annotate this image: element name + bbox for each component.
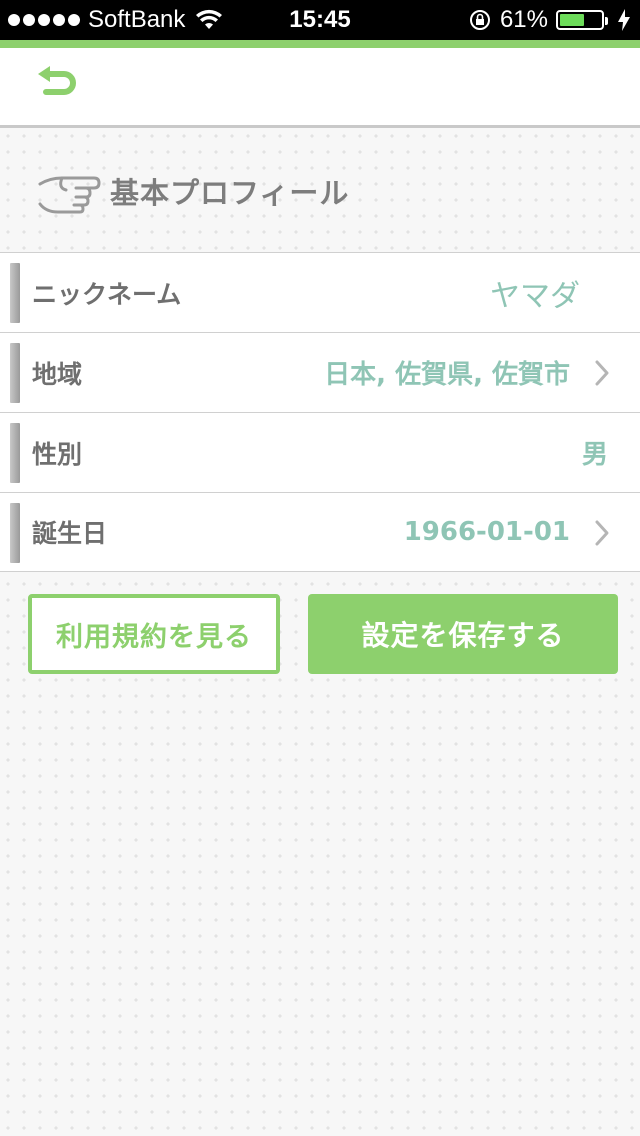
birthday-value: 1966-01-01 [403, 517, 570, 547]
nickname-row[interactable]: ニックネーム ヤマダ [0, 252, 640, 332]
gender-label: 性別 [32, 439, 83, 469]
birthday-label: 誕生日 [32, 519, 108, 548]
battery-percent: 61% [499, 6, 548, 33]
section-title: 基本プロフィール [110, 176, 350, 210]
nickname-value[interactable]: ヤマダ [490, 271, 580, 315]
section-header: 基本プロフィール [0, 130, 640, 252]
profile-list: ニックネーム ヤマダ 地域 日本, 佐賀県, 佐賀市 性別 男 誕生日 1966… [0, 252, 640, 572]
battery-fill [560, 14, 585, 26]
gender-row: 性別 男 [0, 412, 640, 492]
save-settings-button[interactable]: 設定を保存する [308, 594, 618, 674]
birthday-row[interactable]: 誕生日 1966-01-01 [0, 492, 640, 572]
view-terms-button[interactable]: 利用規約を見る [28, 594, 280, 674]
nickname-label: ニックネーム [32, 279, 182, 309]
chevron-right-icon [595, 520, 609, 546]
region-label: 地域 [32, 359, 83, 389]
rotation-lock-icon [469, 10, 490, 30]
back-button[interactable] [30, 62, 86, 106]
row-marker [10, 263, 20, 323]
region-value: 日本, 佐賀県, 佐賀市 [324, 360, 570, 390]
pointing-hand-icon [38, 176, 101, 214]
header-accent-strip [0, 40, 640, 48]
row-marker [10, 343, 20, 403]
charging-icon [618, 9, 630, 31]
status-right: 61% [468, 0, 630, 40]
region-row[interactable]: 地域 日本, 佐賀県, 佐賀市 [0, 332, 640, 412]
status-bar: SoftBank 15:45 61% [0, 0, 640, 40]
nav-bar [0, 48, 640, 128]
battery-icon [556, 10, 608, 30]
chevron-right-icon [595, 360, 609, 386]
back-arrow-icon [38, 66, 76, 95]
row-marker [10, 423, 20, 483]
row-marker [10, 503, 20, 563]
gender-value: 男 [581, 440, 608, 470]
